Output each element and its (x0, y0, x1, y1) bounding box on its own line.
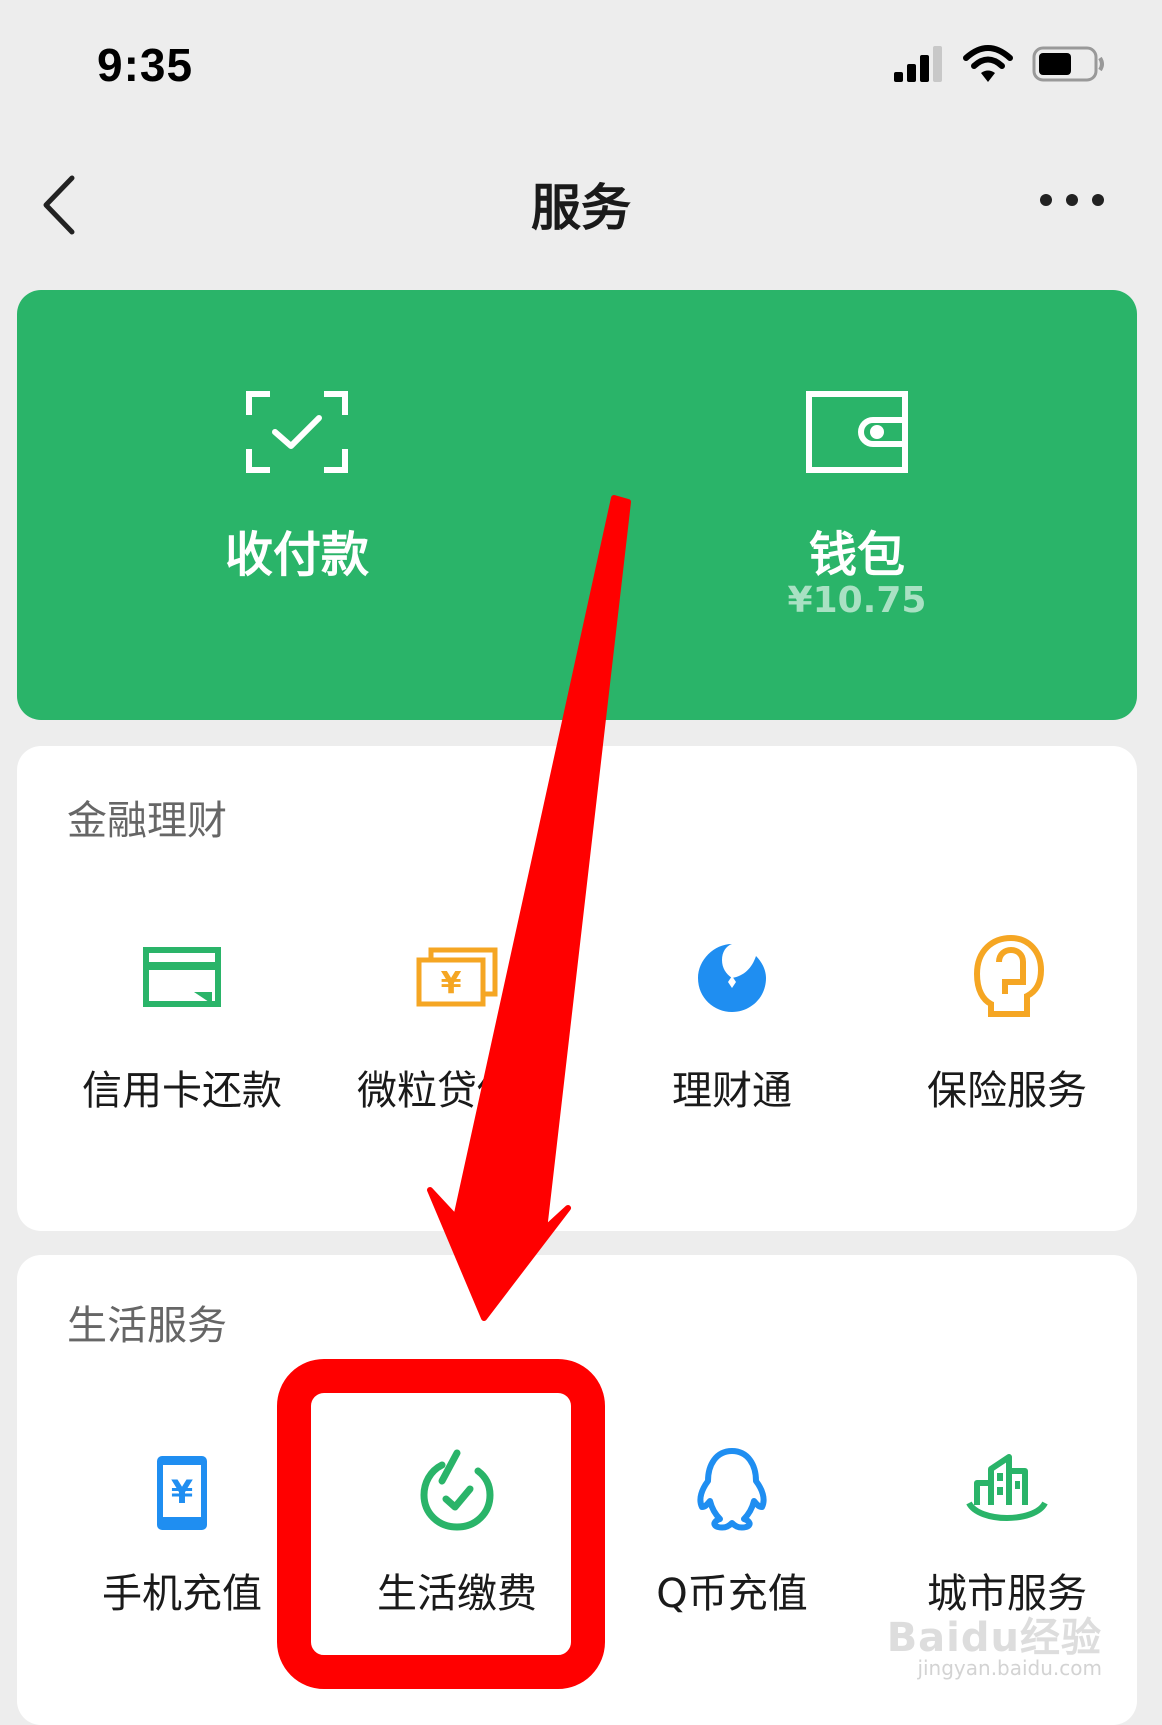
wallet-label: 钱包 (808, 527, 905, 583)
watermark-url: jingyan.baidu.com (917, 1656, 1102, 1680)
scan-check-icon (246, 391, 348, 473)
credit-card-icon (143, 947, 221, 1007)
grid-item-credit-card[interactable]: 信用卡还款 (42, 946, 322, 1176)
grid-item-wealth[interactable]: 理财通 (592, 944, 872, 1176)
wifi-icon (963, 45, 1013, 82)
wealth-icon (698, 944, 766, 1012)
wallet-icon (806, 391, 908, 473)
more-button[interactable] (1032, 180, 1112, 220)
utility-payment-icon (420, 1449, 494, 1531)
payment-hero-card: 收付款 钱包 ¥10.75 (17, 290, 1137, 720)
wallet-balance: ¥10.75 (787, 580, 927, 621)
grid-label: 生活缴费 (377, 1571, 537, 1617)
phone-topup-icon: ¥ (157, 1456, 207, 1530)
nav-bar: 服务 (0, 140, 1162, 260)
grid-label: 信用卡还款 (82, 1068, 282, 1114)
status-bar: 9:35 (0, 0, 1162, 130)
more-dots-icon (1040, 194, 1104, 206)
wallet-button[interactable]: 钱包 ¥10.75 (577, 290, 1137, 720)
grid-label: 微粒贷借钱 (357, 1068, 557, 1114)
pay-receive-label: 收付款 (224, 527, 369, 583)
pay-receive-button[interactable]: 收付款 (17, 290, 577, 720)
grid-item-utility-payment[interactable]: 生活缴费 (317, 1449, 597, 1683)
page-title: 服务 (531, 179, 631, 237)
loan-icon: ¥ (416, 947, 498, 1007)
insurance-icon (973, 934, 1045, 1017)
cellular-signal-icon (894, 46, 942, 82)
grid-item-qq-coin[interactable]: Q币充值 (592, 1448, 872, 1683)
section-title-finance: 金融理财 (67, 798, 227, 844)
section-title-life: 生活服务 (67, 1303, 227, 1349)
grid-item-insurance[interactable]: 保险服务 (867, 934, 1147, 1176)
svg-text:¥: ¥ (171, 1473, 193, 1511)
grid-label: 保险服务 (927, 1068, 1087, 1114)
grid-label: 手机充值 (102, 1571, 262, 1617)
status-time: 9:35 (97, 39, 194, 91)
city-service-icon (966, 1454, 1048, 1521)
grid-label: 理财通 (672, 1068, 792, 1114)
qq-coin-icon (697, 1448, 767, 1531)
grid-item-loan[interactable]: ¥ 微粒贷借钱 (317, 946, 597, 1176)
battery-icon (1032, 46, 1104, 82)
finance-section: 金融理财 信用卡还款 ¥ 微粒贷借钱 理财通 保险服务 (17, 746, 1137, 1231)
watermark-logo: Baidu经验 (886, 1615, 1102, 1661)
svg-text:¥: ¥ (441, 966, 462, 1001)
grid-label: Q币充值 (656, 1571, 808, 1617)
grid-item-phone-topup[interactable]: ¥ 手机充值 (42, 1453, 322, 1683)
